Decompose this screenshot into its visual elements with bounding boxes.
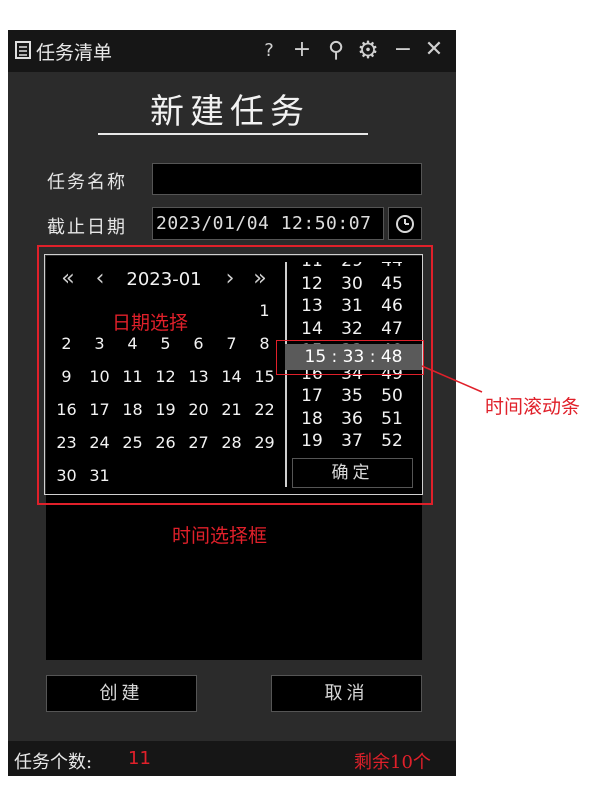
time-second-option[interactable]: 46 (374, 295, 410, 317)
time-second-option[interactable]: 47 (374, 318, 410, 340)
calendar-day[interactable]: 11 (116, 360, 149, 393)
calendar-day[interactable]: 29 (248, 426, 281, 459)
time-hour-option[interactable]: 18 (294, 408, 330, 430)
document-icon (15, 41, 31, 59)
dialog-heading: 新建任务 (150, 92, 310, 132)
annotation-arrow (421, 365, 483, 393)
time-hour-option[interactable]: 13 (294, 295, 330, 317)
clock-icon (396, 215, 414, 233)
task-count-label: 任务个数: (14, 752, 93, 773)
cancel-button[interactable]: 取消 (271, 675, 422, 712)
clock-button[interactable] (388, 207, 422, 240)
time-hour-option[interactable]: 11 (294, 262, 330, 272)
calendar-day[interactable]: 16 (50, 393, 83, 426)
calendar-day[interactable]: 7 (215, 327, 248, 360)
calendar-day[interactable]: 12 (149, 360, 182, 393)
time-minute-option[interactable]: 30 (334, 273, 370, 295)
time-minute-option[interactable]: 29 (334, 262, 370, 272)
next-year-button[interactable]: » (247, 266, 273, 291)
calendar-day[interactable]: 22 (248, 393, 281, 426)
time-picker-box-label: 时间选择框 (172, 525, 268, 547)
time-second-option[interactable]: 45 (374, 273, 410, 295)
calendar-day[interactable]: 14 (215, 360, 248, 393)
calendar-day[interactable]: 9 (50, 360, 83, 393)
calendar-day[interactable]: 17 (83, 393, 116, 426)
calendar-day[interactable]: 3 (83, 327, 116, 360)
time-scrollbar-annotation: 时间滚动条 (485, 396, 581, 418)
calendar-day[interactable]: 13 (182, 360, 215, 393)
calendar-grid: 1 2 3 4 5 6 7 8 9 10 11 12 13 14 15 16 17 18 19 20 21 22 23 24 2… (50, 294, 281, 492)
time-second-option[interactable]: 51 (374, 408, 410, 430)
time-minute-option[interactable]: 35 (334, 385, 370, 407)
calendar-day[interactable]: 6 (182, 327, 215, 360)
deadline-input[interactable]: 2023/01/04 12:50:07 (152, 207, 384, 240)
calendar-day[interactable]: 31 (83, 459, 116, 492)
gear-icon[interactable]: ⚙ (354, 38, 382, 62)
calendar-day[interactable]: 4 (116, 327, 149, 360)
remaining-count: 剩余10个 (354, 752, 431, 773)
calendar-day[interactable]: 23 (50, 426, 83, 459)
calendar-day[interactable]: 26 (149, 426, 182, 459)
task-name-label: 任务名称 (47, 172, 127, 193)
pin-icon[interactable]: ⚲ (324, 40, 348, 62)
calendar-day[interactable]: 28 (215, 426, 248, 459)
time-hour-option[interactable]: 12 (294, 273, 330, 295)
time-minute-option[interactable]: 31 (334, 295, 370, 317)
prev-year-button[interactable]: « (55, 266, 81, 291)
prev-month-button[interactable]: ‹ (90, 266, 110, 291)
time-second-option[interactable]: 52 (374, 430, 410, 448)
time-second-option[interactable]: 44 (374, 262, 410, 272)
calendar-day[interactable]: 27 (182, 426, 215, 459)
calendar-day[interactable]: 21 (215, 393, 248, 426)
calendar-day[interactable]: 19 (149, 393, 182, 426)
calendar-day[interactable]: 5 (149, 327, 182, 360)
time-hour-option[interactable]: 17 (294, 385, 330, 407)
heading-underline (98, 133, 368, 135)
task-name-input[interactable] (152, 163, 422, 195)
time-minute-option[interactable]: 37 (334, 430, 370, 448)
deadline-value: 2023/01/04 12:50:07 (156, 213, 372, 234)
create-button[interactable]: 创建 (46, 675, 197, 712)
calendar-day[interactable]: 24 (83, 426, 116, 459)
calendar-day[interactable]: 18 (116, 393, 149, 426)
calendar-day[interactable]: 2 (50, 327, 83, 360)
time-hour-option[interactable]: 19 (294, 430, 330, 448)
confirm-button[interactable]: 确定 (292, 458, 413, 488)
calendar-day[interactable]: 30 (50, 459, 83, 492)
calendar-day[interactable]: 20 (182, 393, 215, 426)
deadline-label: 截止日期 (47, 217, 127, 238)
app-title: 任务清单 (36, 42, 113, 64)
calendar-day[interactable]: 1 (248, 294, 281, 327)
minimize-icon[interactable]: − (392, 39, 414, 61)
time-minute-option[interactable]: 36 (334, 408, 370, 430)
calendar-month: 2023-01 (126, 269, 202, 290)
help-icon[interactable]: ? (258, 40, 280, 62)
calendar-day[interactable]: 25 (116, 426, 149, 459)
time-minute-option[interactable]: 32 (334, 318, 370, 340)
time-hour-option[interactable]: 14 (294, 318, 330, 340)
next-month-button[interactable]: › (220, 266, 240, 291)
time-second-option[interactable]: 50 (374, 385, 410, 407)
time-scrollbar-annotation-box (276, 340, 424, 375)
task-count-value: 11 (128, 748, 151, 769)
add-icon[interactable]: + (290, 39, 314, 61)
calendar-day[interactable]: 10 (83, 360, 116, 393)
close-icon[interactable]: ✕ (422, 39, 446, 61)
